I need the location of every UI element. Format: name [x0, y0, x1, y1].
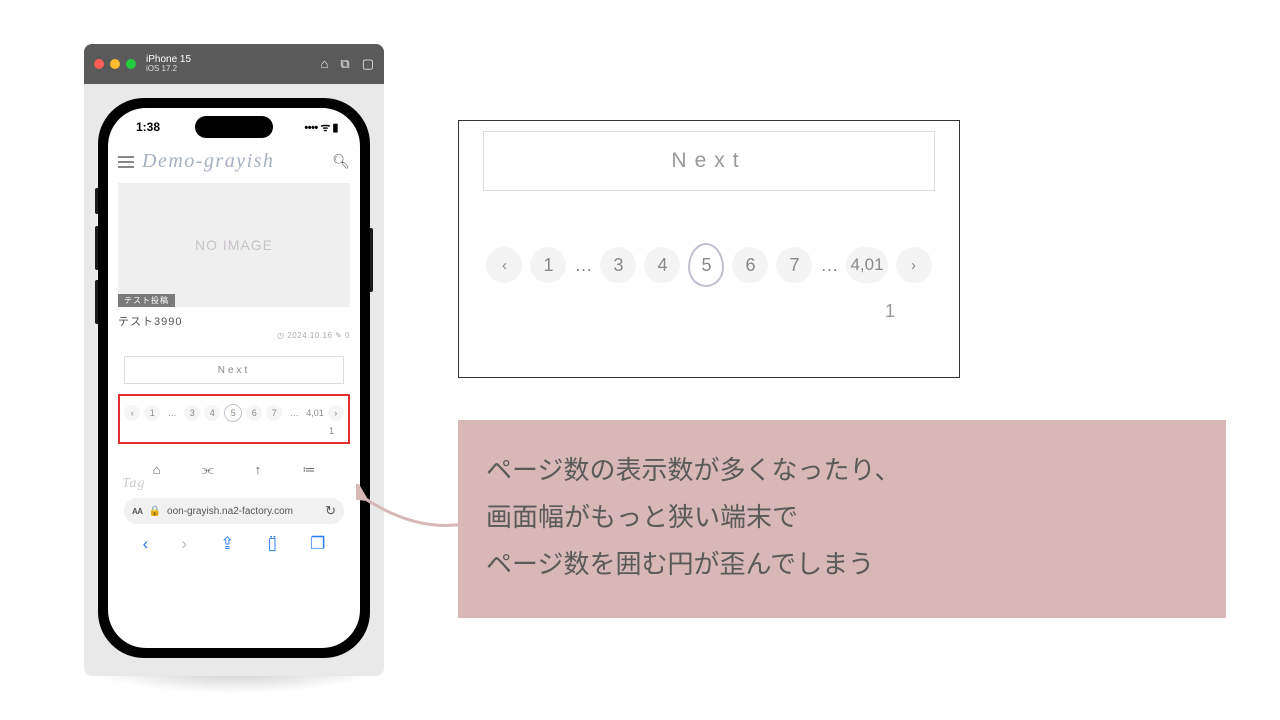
share-icon[interactable]: ⇪: [220, 534, 234, 554]
zoom-page-overflow: 1: [477, 301, 941, 322]
zoom-page-4[interactable]: 4: [644, 247, 680, 283]
page-1[interactable]: 1: [144, 405, 160, 421]
page-6[interactable]: 6: [246, 405, 262, 421]
pagination: ‹ 1 … 3 4 5 6 7 … 4,01 ›: [122, 404, 346, 422]
page-last-overflow: 1: [122, 426, 346, 436]
page-next[interactable]: ›: [328, 405, 344, 421]
simulator-window: iPhone 15 iOS 17.2 ⌂ ⧉ ▢ 1:38 •••• ᯤ ▮ D…: [84, 44, 384, 676]
web-page: Demo-grayish 🔍︎ NO IMAGE テスト投稿 テスト3990 ◷…: [108, 146, 360, 560]
simulator-toolbar-icons: ⌂ ⧉ ▢: [321, 56, 374, 72]
page-3[interactable]: 3: [184, 405, 200, 421]
clock: 1:38: [136, 120, 160, 134]
annotation-arrow: [356, 484, 468, 540]
reload-icon[interactable]: ↻: [325, 503, 336, 519]
lock-icon: 🔒: [149, 506, 161, 517]
callout-line-2: 画面幅がもっと狭い端末で: [486, 495, 1198, 542]
page-7[interactable]: 7: [266, 405, 282, 421]
page-last[interactable]: 4,01: [306, 405, 324, 421]
back-icon[interactable]: ‹: [143, 534, 149, 554]
no-image-label: NO IMAGE: [195, 237, 273, 253]
tabs-icon[interactable]: ❐: [310, 534, 325, 554]
simulator-title: iPhone 15 iOS 17.2: [146, 54, 191, 74]
zoom-page-7[interactable]: 7: [776, 247, 812, 283]
traffic-lights[interactable]: [94, 59, 136, 69]
site-header: Demo-grayish 🔍︎: [118, 146, 350, 179]
toc-icon[interactable]: ≔: [302, 462, 315, 478]
page-ellipsis-2: …: [286, 405, 302, 421]
rotate-icon[interactable]: ▢: [362, 56, 374, 72]
callout-line-1: ページ数の表示数が多くなったり、: [486, 448, 1198, 495]
page-prev[interactable]: ‹: [124, 405, 140, 421]
annotation-callout: ページ数の表示数が多くなったり、 画面幅がもっと狭い端末で ページ数を囲む円が歪…: [458, 420, 1226, 618]
zoom-page-next[interactable]: ›: [896, 247, 932, 283]
post-meta: ◷ 2024.10.16 ✎ 0: [118, 331, 350, 340]
zoom-page-3[interactable]: 3: [600, 247, 636, 283]
zoom-dot[interactable]: [126, 59, 136, 69]
forward-icon: ›: [181, 534, 187, 554]
search-icon[interactable]: 🔍︎: [332, 153, 350, 170]
post-title[interactable]: テスト3990: [118, 313, 350, 329]
minimize-dot[interactable]: [110, 59, 120, 69]
simulator-titlebar: iPhone 15 iOS 17.2 ⌂ ⧉ ▢: [84, 44, 384, 84]
home-icon[interactable]: ⌂: [321, 56, 329, 72]
close-dot[interactable]: [94, 59, 104, 69]
zoom-ellipsis-2: …: [820, 255, 838, 276]
tag-heading: Tag: [118, 476, 350, 492]
pagination-highlight: ‹ 1 … 3 4 5 6 7 … 4,01 › 1: [118, 394, 350, 444]
status-icons: •••• ᯤ ▮: [304, 120, 338, 135]
zoom-ellipsis: …: [574, 255, 592, 276]
bookmarks-icon[interactable]: ▯̈: [268, 534, 277, 554]
zoom-page-prev[interactable]: ‹: [486, 247, 522, 283]
url-text: oon-grayish.na2-factory.com: [167, 506, 319, 517]
screenshot-icon[interactable]: ⧉: [340, 56, 349, 72]
zoom-next-button[interactable]: Next: [483, 131, 935, 191]
site-logo[interactable]: Demo-grayish: [142, 150, 324, 173]
simulator-body: 1:38 •••• ᯤ ▮ Demo-grayish 🔍︎ NO IMAGE テ…: [84, 84, 384, 676]
next-button[interactable]: Next: [124, 356, 344, 384]
zoom-page-1[interactable]: 1: [530, 247, 566, 283]
zoom-page-5-current[interactable]: 5: [688, 243, 724, 287]
page-4[interactable]: 4: [204, 405, 220, 421]
dynamic-island: [195, 116, 273, 138]
safari-toolbar: ‹ › ⇪ ▯̈ ❐: [118, 524, 350, 560]
zoom-panel: Next ‹ 1 … 3 4 5 6 7 … 4,01 › 1: [458, 120, 960, 378]
home-icon[interactable]: ⌂: [153, 462, 161, 478]
aa-icon[interactable]: AA: [132, 507, 143, 516]
top-icon[interactable]: ↑: [255, 462, 262, 478]
phone-screen: 1:38 •••• ᯤ ▮ Demo-grayish 🔍︎ NO IMAGE テ…: [108, 108, 360, 648]
share-footer-icon[interactable]: ⫘: [202, 462, 214, 478]
page-5-current[interactable]: 5: [224, 404, 242, 422]
zoom-pagination: ‹ 1 … 3 4 5 6 7 … 4,01 ›: [477, 243, 941, 287]
phone-frame: 1:38 •••• ᯤ ▮ Demo-grayish 🔍︎ NO IMAGE テ…: [98, 98, 370, 658]
post-thumbnail[interactable]: NO IMAGE テスト投稿: [118, 183, 350, 307]
callout-line-3: ページ数を囲む円が歪んでしまう: [486, 542, 1198, 589]
menu-icon[interactable]: [118, 156, 134, 168]
browser-address-bar[interactable]: AA 🔒 oon-grayish.na2-factory.com ↻: [124, 498, 344, 524]
zoom-page-6[interactable]: 6: [732, 247, 768, 283]
page-ellipsis: …: [164, 405, 180, 421]
os-version: iOS 17.2: [146, 65, 191, 74]
post-category-tag[interactable]: テスト投稿: [118, 294, 175, 307]
zoom-page-last[interactable]: 4,01: [846, 247, 887, 283]
